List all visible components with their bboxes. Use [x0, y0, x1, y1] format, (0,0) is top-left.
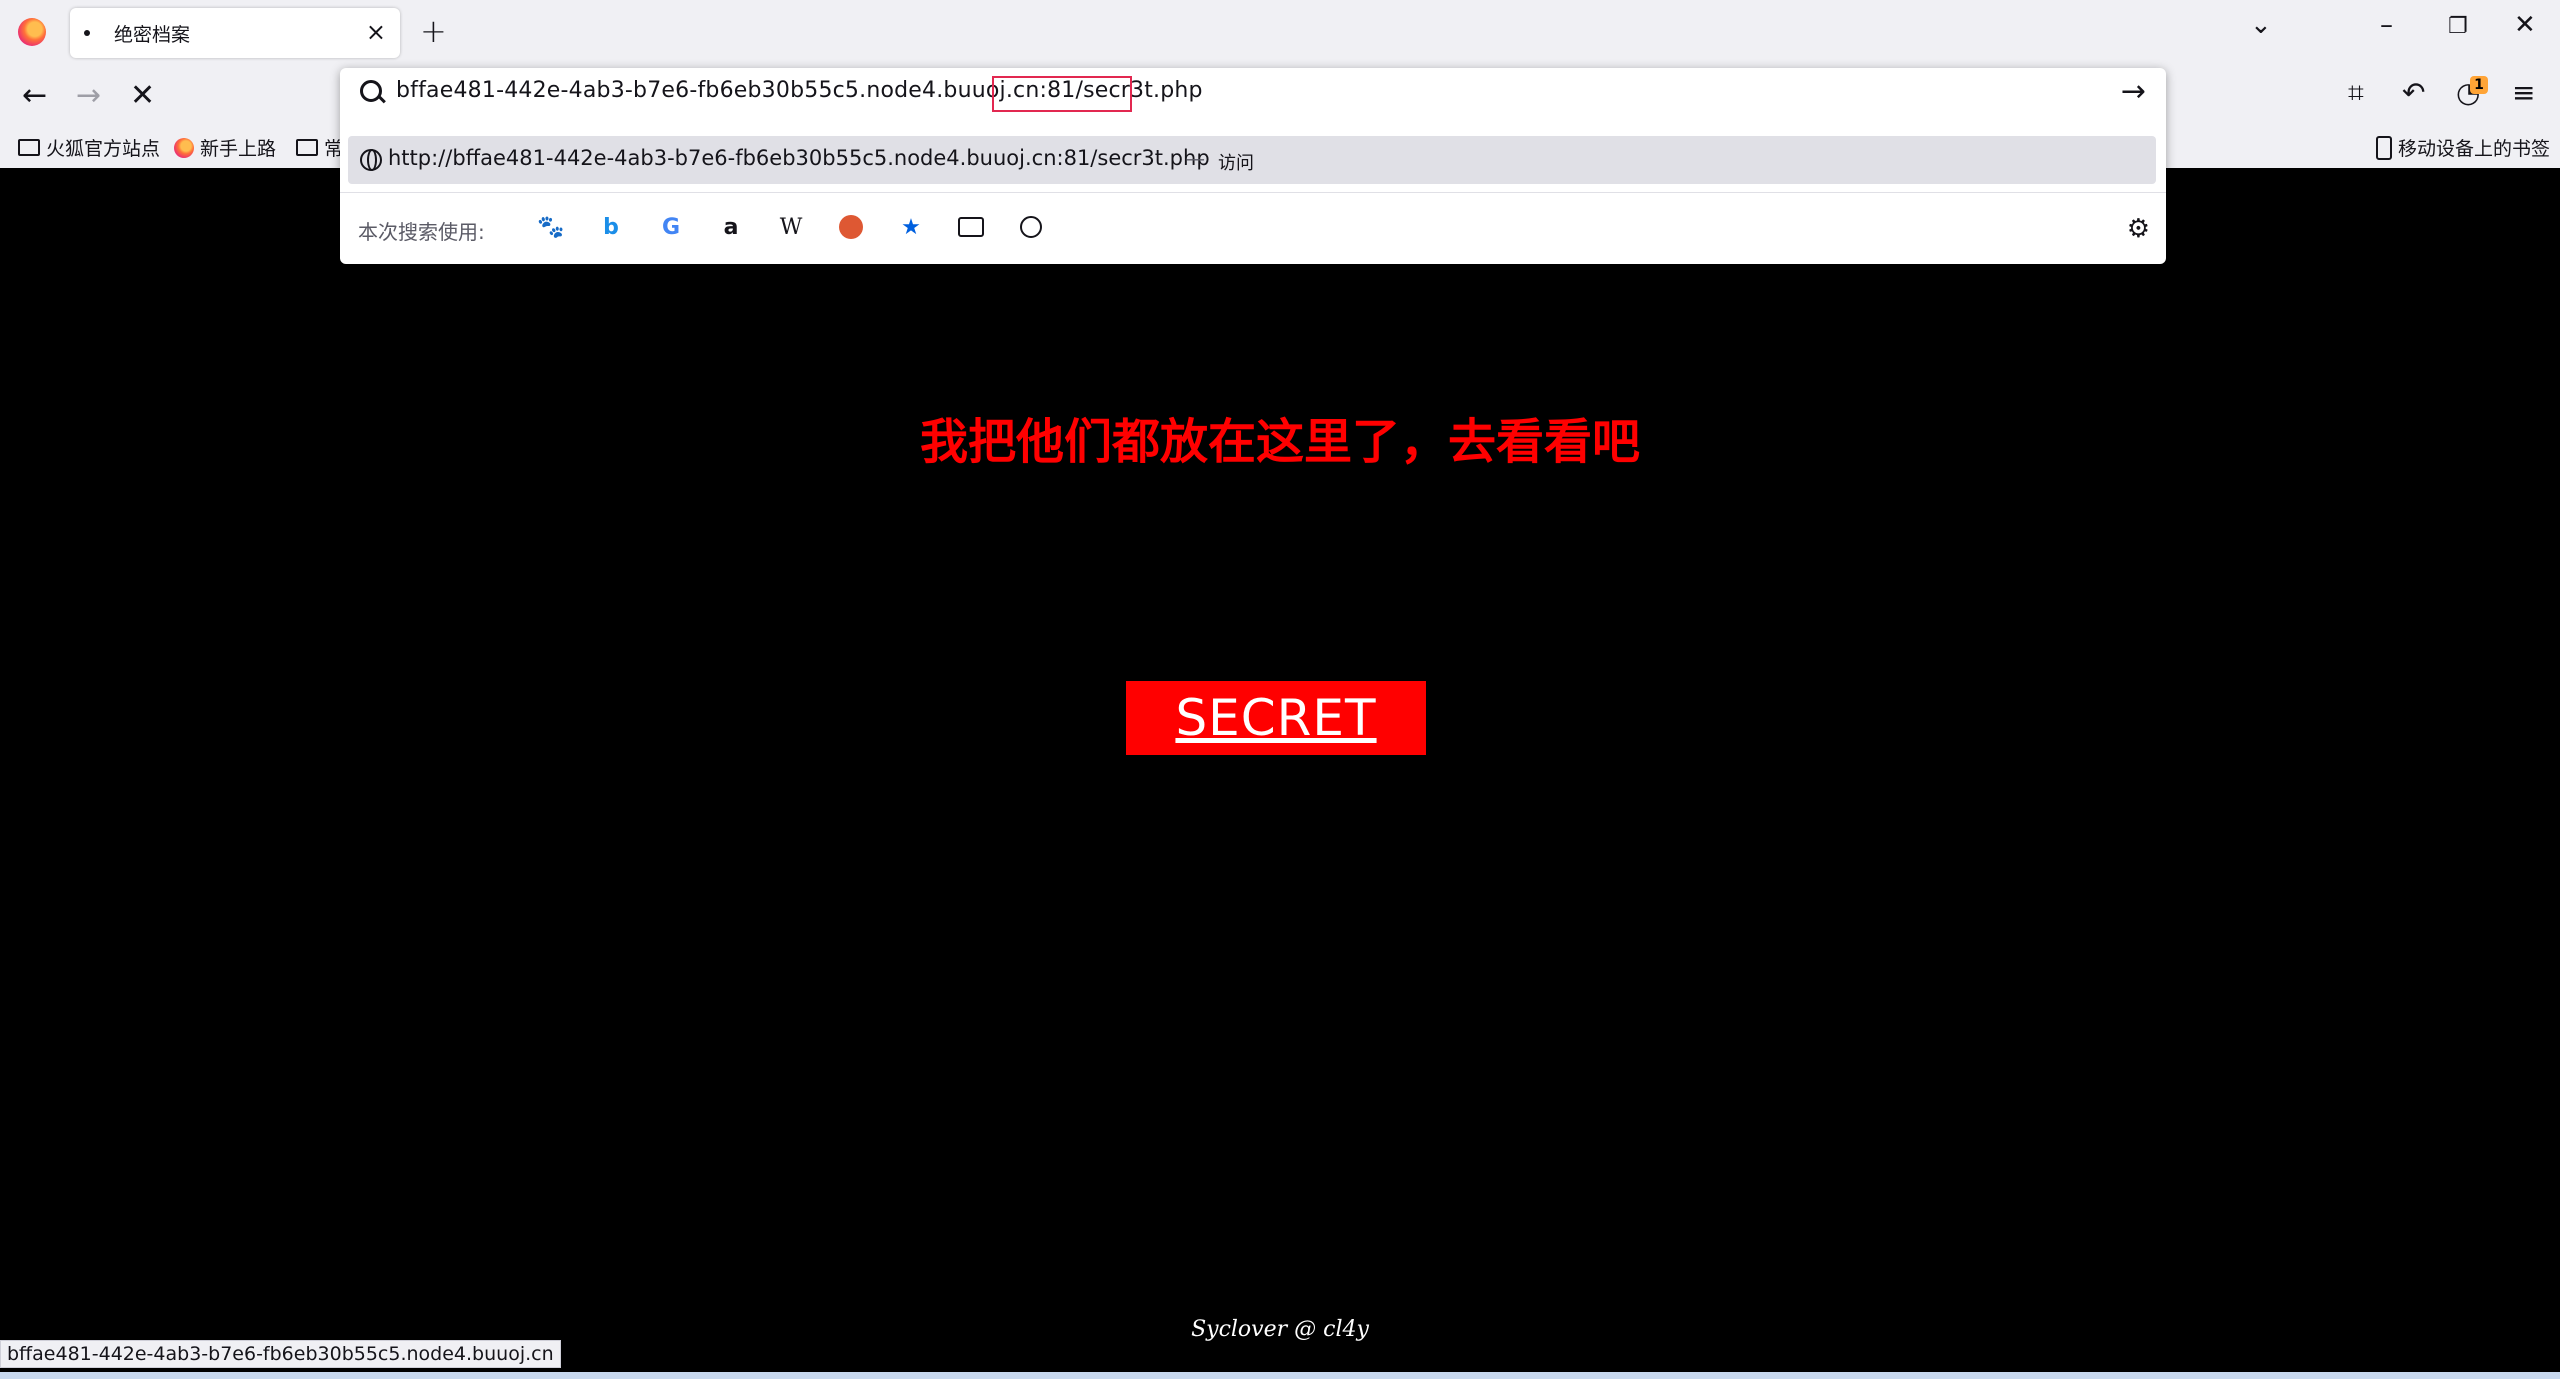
highlight-box — [992, 76, 1132, 112]
suggestion-action: 访问 — [1218, 153, 1254, 174]
tab-list-chevron-icon[interactable]: ⌄ — [2250, 10, 2272, 40]
tabs-icon[interactable] — [956, 212, 986, 242]
footer-credit: Syclover @ cl4y — [1191, 1317, 1369, 1342]
mobile-bookmarks-label: 移动设备上的书签 — [2398, 138, 2551, 160]
notification-badge: 1 — [2470, 76, 2488, 94]
go-arrow-icon[interactable]: → — [2121, 74, 2146, 109]
close-window-button[interactable]: ✕ — [2514, 10, 2536, 40]
amazon-icon[interactable]: a — [716, 212, 746, 242]
stop-loading-button[interactable]: ✕ — [130, 78, 155, 113]
taskbar-edge — [0, 1372, 2560, 1379]
google-icon[interactable]: G — [656, 212, 686, 242]
search-with-label: 本次搜索使用: — [358, 220, 485, 244]
firefox-menu-icon[interactable] — [18, 18, 46, 46]
restore-button[interactable]: ❐ — [2448, 14, 2468, 39]
folder-icon — [296, 139, 318, 156]
bookmark-star-icon[interactable]: ★ — [896, 212, 926, 242]
bookmark-item[interactable]: 火狐官方站点 — [18, 134, 160, 161]
phone-icon — [2376, 135, 2392, 160]
loading-dot-icon — [84, 30, 90, 36]
secret-link[interactable]: SECRET — [1175, 689, 1376, 747]
history-clock-icon[interactable] — [1016, 212, 1046, 242]
bookmark-label: 火狐官方站点 — [46, 138, 161, 160]
undo-icon[interactable]: ↶ — [2402, 76, 2425, 109]
secret-button[interactable]: SECRET — [1126, 681, 1426, 755]
tab-active[interactable]: 绝密档案 × — [70, 8, 400, 58]
url-suggestion-row[interactable]: http://bffae481-442e-4ab3-b7e6-fb6eb30b5… — [348, 136, 2156, 184]
tab-close-icon[interactable]: × — [366, 18, 386, 46]
suggestion-url: http://bffae481-442e-4ab3-b7e6-fb6eb30b5… — [388, 146, 1210, 170]
back-button[interactable]: ← — [22, 78, 47, 113]
tab-title: 绝密档案 — [114, 24, 191, 46]
bookmark-label: 新手上路 — [200, 138, 277, 160]
wikipedia-icon[interactable]: W — [776, 212, 806, 242]
gear-icon[interactable]: ⚙ — [2127, 214, 2150, 244]
page-headline: 我把他们都放在这里了，去看看吧 — [919, 414, 1640, 470]
mobile-bookmarks[interactable]: 移动设备上的书签 — [2376, 134, 2550, 161]
minimize-button[interactable]: – — [2380, 10, 2393, 40]
folder-icon — [18, 139, 40, 156]
bookmark-item[interactable]: 新手上路 — [174, 134, 276, 161]
forward-button[interactable]: → — [76, 78, 101, 113]
screenshot-crop-icon[interactable]: ⌗ — [2348, 76, 2364, 110]
tab-bar: 绝密档案 × + ⌄ – ❐ ✕ — [0, 0, 2560, 66]
globe-icon — [360, 149, 382, 171]
status-bar: bffae481-442e-4ab3-b7e6-fb6eb30b55c5.nod… — [0, 1340, 561, 1368]
divider — [340, 192, 2166, 193]
bookmark-item[interactable]: 常 — [296, 134, 343, 161]
duckduckgo-icon[interactable] — [836, 212, 866, 242]
suggestion-separator: — — [1186, 148, 1205, 170]
hamburger-menu-icon[interactable]: ≡ — [2512, 76, 2535, 109]
firefox-icon — [174, 137, 194, 158]
bing-icon[interactable]: b — [596, 212, 626, 242]
urlbar-panel: bffae481-442e-4ab3-b7e6-fb6eb30b55c5.nod… — [340, 68, 2166, 264]
baidu-icon[interactable]: 🐾 — [536, 212, 566, 242]
search-icon — [360, 80, 382, 102]
new-tab-button[interactable]: + — [420, 12, 447, 50]
